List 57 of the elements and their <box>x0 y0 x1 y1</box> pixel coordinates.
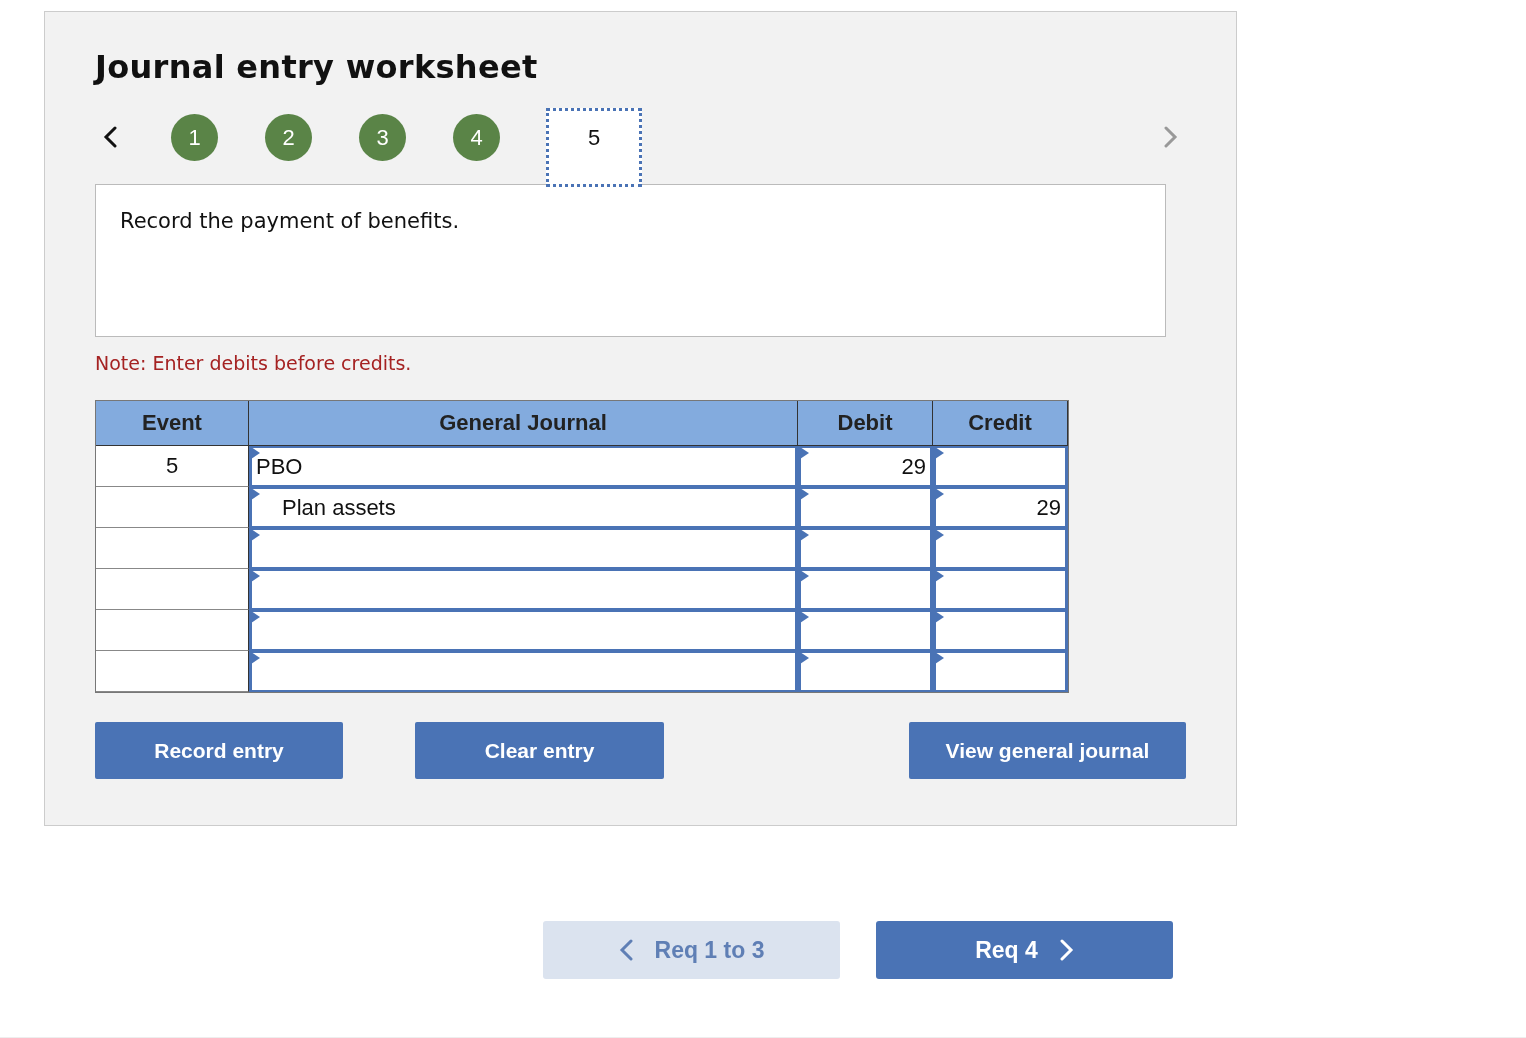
debit-field[interactable] <box>798 487 933 528</box>
dropdown-marker-icon <box>251 611 260 623</box>
chevron-right-icon <box>1164 126 1178 148</box>
account-field[interactable]: PBO <box>249 446 798 487</box>
dropdown-marker-icon <box>251 488 260 500</box>
worksheet-title: Journal entry worksheet <box>95 48 539 86</box>
dropdown-marker-icon <box>935 570 944 582</box>
account-field[interactable] <box>249 528 798 569</box>
column-header: General Journal <box>249 401 798 446</box>
debit-field[interactable] <box>798 528 933 569</box>
column-header: Event <box>96 401 249 446</box>
chevron-right-icon <box>1059 939 1074 961</box>
credit-field[interactable] <box>933 651 1068 692</box>
action-button[interactable]: View general journal <box>909 722 1186 779</box>
chevron-left-icon <box>103 126 117 148</box>
dropdown-marker-icon <box>800 447 809 459</box>
dropdown-marker-icon <box>800 611 809 623</box>
action-button[interactable]: Clear entry <box>415 722 664 779</box>
dropdown-marker-icon <box>935 529 944 541</box>
step-circle[interactable]: 3 <box>359 114 406 161</box>
debit-field[interactable] <box>798 651 933 692</box>
dropdown-marker-icon <box>251 529 260 541</box>
step-tab[interactable]: 5 <box>546 108 642 187</box>
dropdown-marker-icon <box>251 447 260 459</box>
requirement-nav-button[interactable]: Req 4 <box>876 921 1173 979</box>
dropdown-marker-icon <box>935 488 944 500</box>
dropdown-marker-icon <box>935 652 944 664</box>
credit-field[interactable] <box>933 610 1068 651</box>
debit-field[interactable] <box>798 569 933 610</box>
debit-field[interactable]: 29 <box>798 446 933 487</box>
credit-field[interactable] <box>933 569 1068 610</box>
dropdown-marker-icon <box>935 611 944 623</box>
dropdown-marker-icon <box>935 447 944 459</box>
account-field[interactable] <box>249 569 798 610</box>
account-field[interactable] <box>249 651 798 692</box>
dropdown-marker-icon <box>800 652 809 664</box>
question-text: Record the payment of benefits. <box>95 184 1166 337</box>
chevron-left-icon <box>618 939 633 961</box>
column-header: Debit <box>798 401 933 446</box>
step-circle[interactable]: 2 <box>265 114 312 161</box>
credit-field[interactable] <box>933 446 1068 487</box>
account-field[interactable]: Plan assets <box>249 487 798 528</box>
dropdown-marker-icon <box>800 488 809 500</box>
event-cell: 5 <box>96 446 249 487</box>
action-button[interactable]: Record entry <box>95 722 343 779</box>
column-header: Credit <box>933 401 1068 446</box>
step-circle[interactable]: 1 <box>171 114 218 161</box>
dropdown-marker-icon <box>800 570 809 582</box>
dropdown-marker-icon <box>251 652 260 664</box>
note-text: Note: Enter debits before credits. <box>95 352 413 374</box>
step-circle[interactable]: 4 <box>453 114 500 161</box>
credit-field[interactable]: 29 <box>933 487 1068 528</box>
dropdown-marker-icon <box>800 529 809 541</box>
dropdown-marker-icon <box>251 570 260 582</box>
credit-field[interactable] <box>933 528 1068 569</box>
debit-field[interactable] <box>798 610 933 651</box>
account-field[interactable] <box>249 610 798 651</box>
